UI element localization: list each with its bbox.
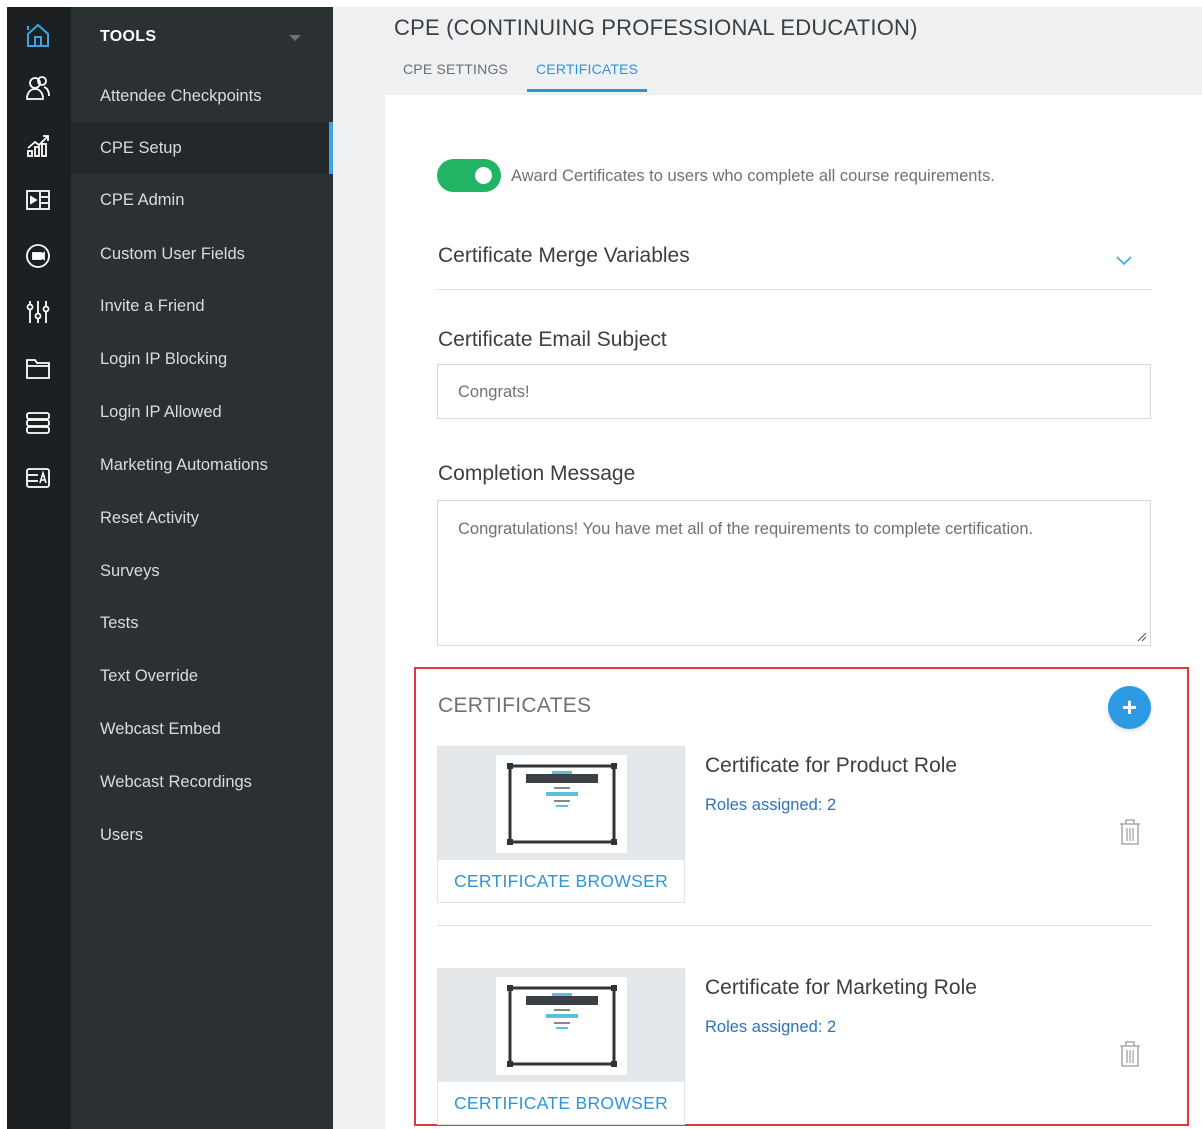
resize-grip-icon[interactable] [1137,632,1147,642]
menu-item-label: CPE Admin [100,190,185,209]
page-title: CPE (CONTINUING PROFESSIONAL EDUCATION) [394,15,918,40]
email-subject-label: Certificate Email Subject [438,328,667,351]
menu-item-cpe-setup[interactable]: CPE Setup [71,122,333,174]
sliders-icon[interactable] [18,292,58,332]
certificate-thumbnail[interactable] [496,977,627,1075]
email-subject-input[interactable]: Congrats! [437,364,1151,419]
completion-message-label: Completion Message [438,462,636,485]
award-certificates-toggle[interactable] [437,159,501,192]
trash-icon[interactable] [1117,1039,1143,1069]
roles-assigned-link[interactable]: Roles assigned: 2 [705,1018,836,1037]
completion-message-text: Congratulations! You have met all of the… [458,520,1034,538]
menu-item-label: Reset Activity [100,508,200,527]
certificate-name: Certificate for Product Role [705,754,958,777]
certificate-browser-button[interactable]: CERTIFICATE BROWSER [438,1082,684,1124]
analytics-icon[interactable] [18,125,58,165]
tab-cpe-settings[interactable]: CPE SETTINGS [403,61,508,77]
completion-message-textarea[interactable]: Congratulations! You have met all of the… [437,500,1151,646]
menu-item-label: Custom User Fields [100,244,245,263]
tools-menu: TOOLS Attendee Checkpoints CPE Setup CPE… [71,7,333,1129]
merge-variables-accordion[interactable]: Certificate Merge Variables [437,236,1151,290]
menu-item-label: Text Override [100,666,199,685]
menu-item-users[interactable]: Users [71,809,333,861]
menu-item-webcast-recordings[interactable]: Webcast Recordings [71,756,333,808]
menu-item-label: Webcast Recordings [100,772,252,791]
users-icon[interactable] [18,68,58,108]
menu-item-tests[interactable]: Tests [71,597,333,649]
menu-item-reset-activity[interactable]: Reset Activity [71,492,333,544]
tab-certificates[interactable]: CERTIFICATES [536,61,638,77]
tools-menu-title: TOOLS [100,28,157,45]
active-tab-indicator [527,89,647,92]
certificate-preview-icon [507,763,617,845]
certificate-name: Certificate for Marketing Role [705,976,977,999]
menu-item-label: Attendee Checkpoints [100,86,262,105]
trash-icon[interactable] [1117,817,1143,847]
certificate-card: CERTIFICATE BROWSER [437,968,685,1125]
menu-item-label: Login IP Blocking [100,349,228,368]
menu-item-attendee-checkpoints[interactable]: Attendee Checkpoints [71,70,333,122]
toggle-knob [475,167,492,184]
menu-item-label: Login IP Allowed [100,402,222,421]
tools-menu-header[interactable]: TOOLS [71,7,333,67]
badge-icon[interactable] [18,458,58,498]
certificate-thumbnail[interactable] [496,755,627,853]
certificate-card: CERTIFICATE BROWSER [437,746,685,903]
menu-item-webcast-embed[interactable]: Webcast Embed [71,703,333,755]
certificate-browser-button[interactable]: CERTIFICATE BROWSER [438,860,684,902]
home-icon[interactable] [18,15,58,55]
menu-item-label: Users [100,825,144,844]
video-icon[interactable] [18,236,58,276]
award-certificates-label: Award Certificates to users who complete… [511,167,995,185]
menu-item-text-override[interactable]: Text Override [71,650,333,702]
certificate-preview-icon [507,985,617,1067]
menu-item-label: Tests [100,613,139,632]
menu-item-invite-a-friend[interactable]: Invite a Friend [71,280,333,332]
menu-item-custom-user-fields[interactable]: Custom User Fields [71,228,333,280]
menu-item-cpe-admin[interactable]: CPE Admin [71,174,333,226]
media-icon[interactable] [18,180,58,220]
folder-icon[interactable] [18,348,58,388]
menu-item-label: Marketing Automations [100,455,268,474]
roles-assigned-link[interactable]: Roles assigned: 2 [705,796,836,815]
database-icon[interactable] [18,403,58,443]
add-certificate-button[interactable]: + [1108,686,1151,729]
menu-item-login-ip-allowed[interactable]: Login IP Allowed [71,386,333,438]
chevron-down-icon[interactable] [1115,254,1133,266]
menu-item-login-ip-blocking[interactable]: Login IP Blocking [71,333,333,385]
menu-item-marketing-automations[interactable]: Marketing Automations [71,439,333,491]
menu-item-label: Surveys [100,561,160,580]
menu-item-label: CPE Setup [100,138,182,157]
menu-item-label: Invite a Friend [100,296,205,315]
certificate-divider [437,925,1151,926]
certificates-section-title: CERTIFICATES [438,694,592,717]
caret-down-icon[interactable] [289,35,301,41]
menu-item-label: Webcast Embed [100,719,221,738]
menu-item-surveys[interactable]: Surveys [71,545,333,597]
merge-variables-label: Certificate Merge Variables [438,244,690,267]
icon-rail [7,7,71,1129]
